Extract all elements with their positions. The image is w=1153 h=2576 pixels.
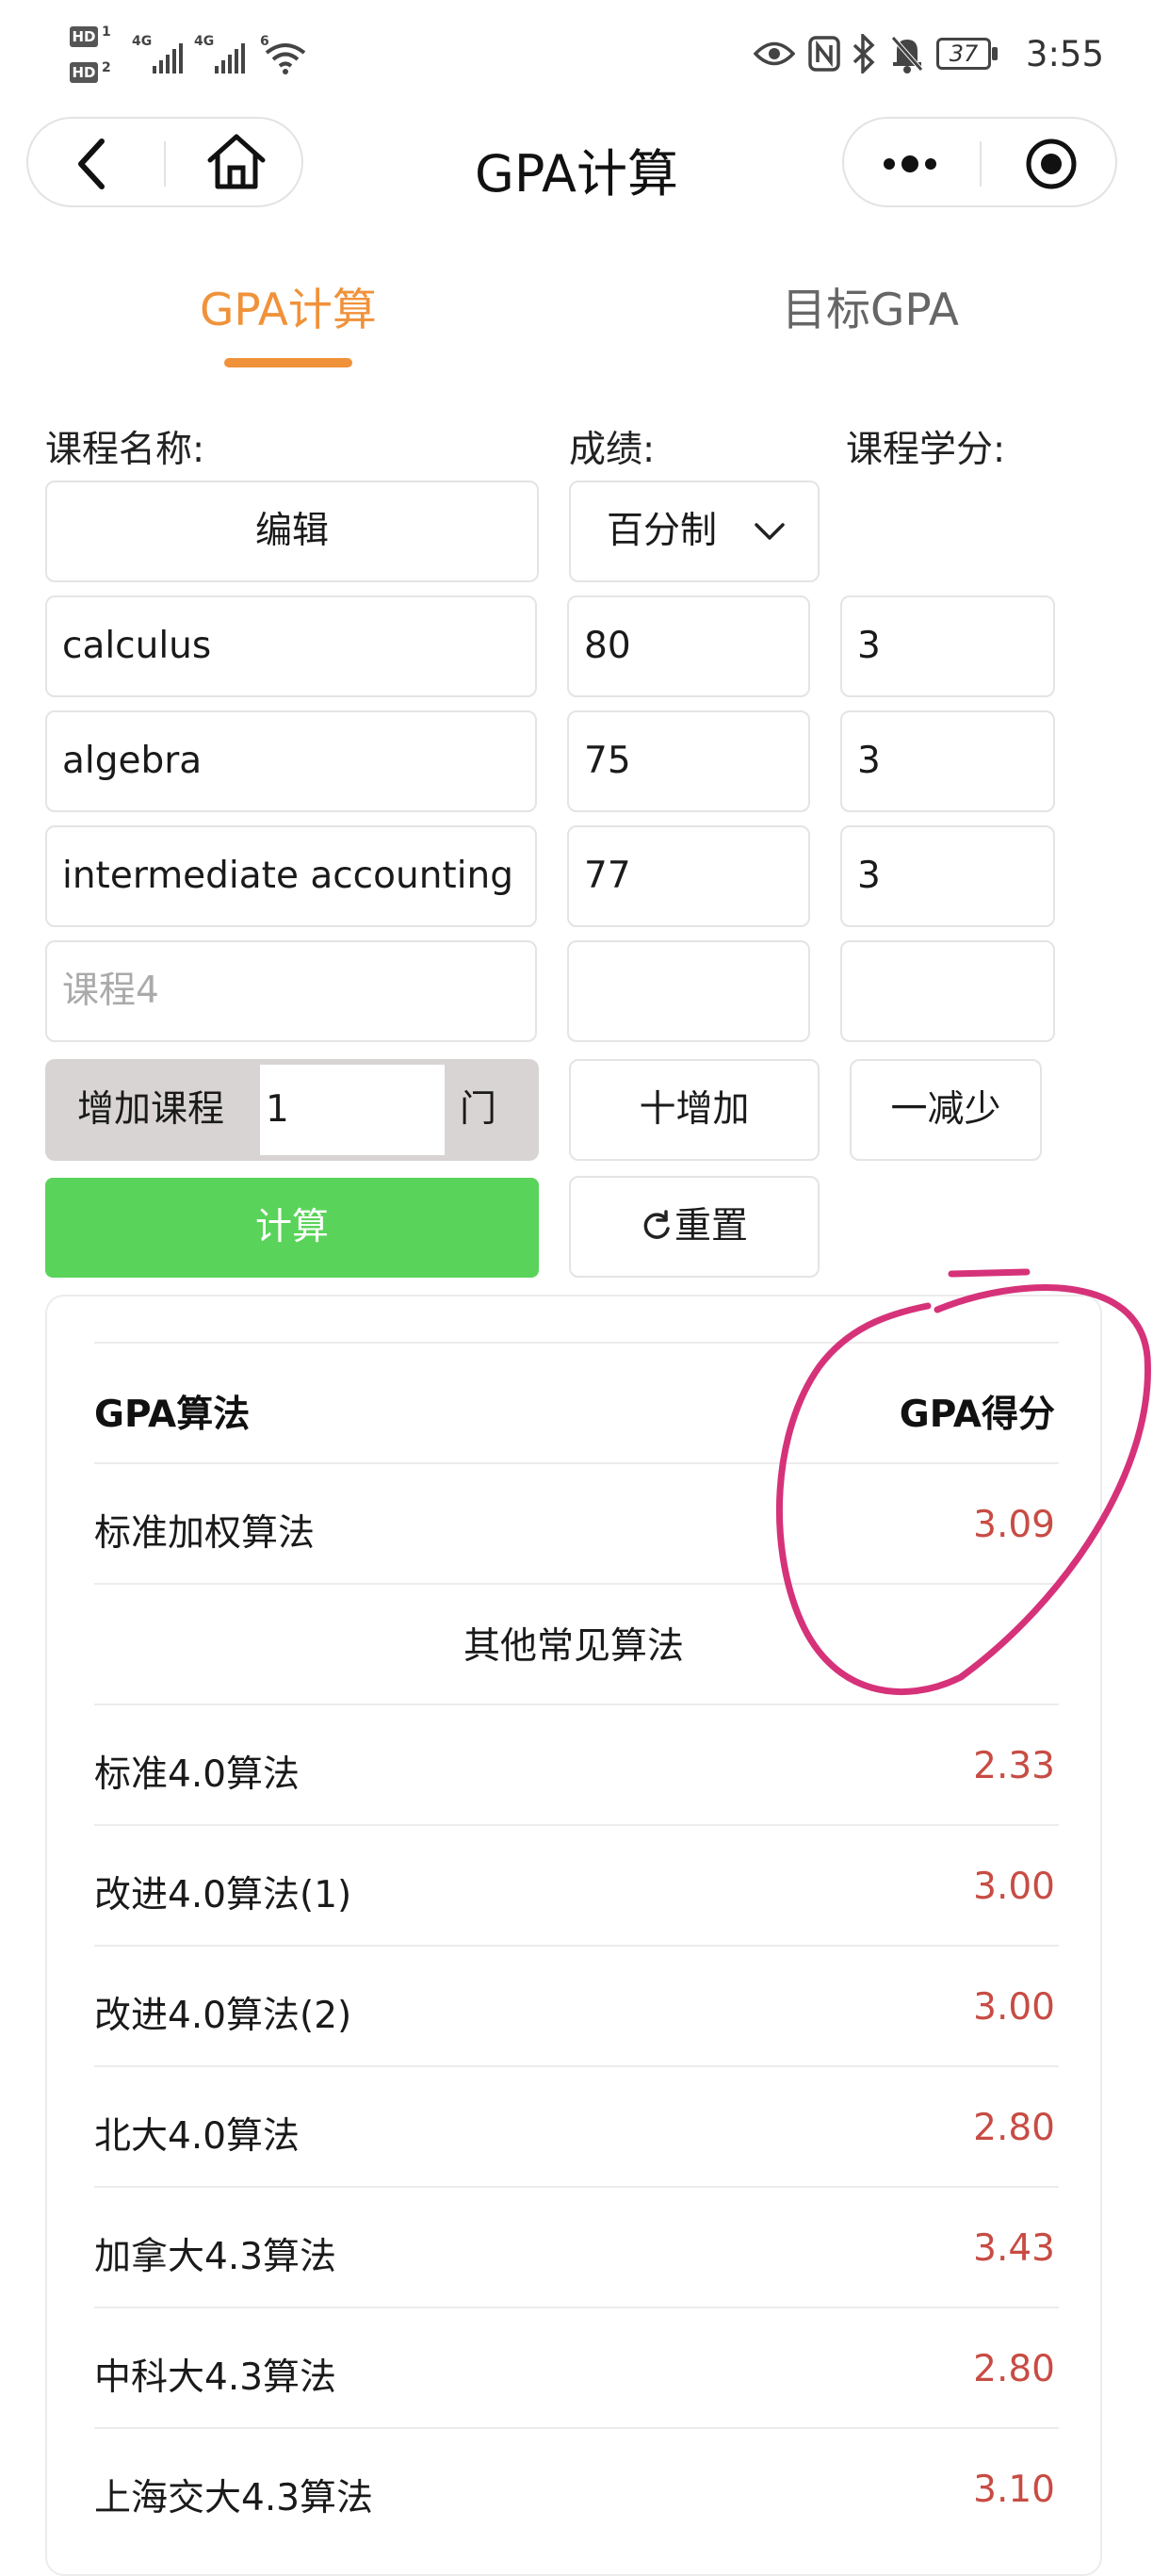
chevron-down-icon [755,523,785,540]
course-grade-input[interactable] [567,940,810,1042]
battery-level: 37 [949,41,979,67]
method-score: 3.00 [973,1986,1055,2029]
method-label: 标准4.0算法 [94,1753,300,1796]
course-grade-input[interactable]: 80 [567,595,810,697]
method-score: 2.80 [973,2348,1055,2390]
more-dots-icon[interactable] [880,147,940,181]
battery-icon: 37 [936,38,991,70]
signal-bars-2-icon [215,43,245,73]
network-type-2: 4G [194,34,215,49]
credit-header: 课程学分: [846,429,1006,471]
network-type-1: 4G [132,34,153,49]
status-time: 3:55 [1025,34,1104,74]
signal-bars-1-icon [153,43,183,73]
course-name-input[interactable]: intermediate accounting [45,825,537,927]
method-label: 上海交大4.3算法 [94,2477,374,2519]
divider [94,1583,1059,1585]
grade-scale-value: 百分制 [607,510,718,552]
course-grade-input[interactable]: 77 [567,825,810,927]
add-course-group: 增加课程 1 门 [45,1059,539,1161]
divider [94,2186,1059,2188]
course-name-input[interactable]: algebra [45,710,537,812]
add-course-unit: 门 [460,1088,497,1131]
divider [94,1462,1059,1464]
divider [94,1704,1059,1705]
mute-bell-icon [891,36,923,73]
add-course-label: 增加课程 [77,1088,225,1131]
method-score: 3.43 [973,2227,1055,2270]
sim1-number: 1 [102,24,111,40]
course-credit-input[interactable]: 3 [840,595,1055,697]
wifi-icon [265,43,306,74]
sim2-number: 2 [102,60,111,75]
add-button[interactable]: 十增加 [569,1059,820,1161]
method-score: 2.80 [973,2107,1055,2149]
course-credit-input[interactable]: 3 [840,710,1055,812]
bluetooth-icon [853,34,875,73]
reset-button[interactable]: 重置 [569,1176,820,1278]
divider [94,1342,1059,1344]
primary-method-label: 标准加权算法 [94,1512,316,1555]
add-course-count-input[interactable]: 1 [260,1065,445,1155]
nav-right-capsule [842,117,1117,207]
course-name-header: 课程名称: [45,429,205,471]
divider [94,2427,1059,2429]
target-circle-icon[interactable] [1025,138,1078,190]
divider [94,2307,1059,2308]
tab-gpa-calculate[interactable]: GPA计算 [200,273,377,338]
course-name-input[interactable]: 课程4 [45,940,537,1042]
grade-header: 成绩: [569,429,656,471]
tab-target-gpa[interactable]: 目标GPA [782,273,959,338]
active-tab-indicator [224,358,352,367]
nfc-icon [808,36,840,72]
divider [94,1945,1059,1947]
method-score: 3.10 [973,2469,1055,2511]
refresh-icon [643,1210,670,1239]
method-score: 2.33 [973,1745,1055,1787]
edit-button[interactable]: 编辑 [45,481,539,582]
battery-tip [992,47,998,60]
reset-label: 重置 [674,1205,748,1247]
divider [94,2065,1059,2067]
method-label: 中科大4.3算法 [94,2356,337,2399]
eye-icon [754,41,795,66]
method-column-header: GPA算法 [94,1394,251,1436]
primary-method-score: 3.09 [973,1504,1055,1546]
course-grade-input[interactable]: 75 [567,710,810,812]
method-label: 改进4.0算法(1) [94,1874,352,1916]
divider [94,1824,1059,1826]
calculate-button[interactable]: 计算 [45,1178,539,1278]
method-label: 改进4.0算法(2) [94,1995,352,2037]
reduce-button[interactable]: 一减少 [850,1059,1042,1161]
capsule-divider [980,141,982,187]
method-score: 3.00 [973,1866,1055,1908]
course-name-input[interactable]: calculus [45,595,537,697]
method-label: 北大4.0算法 [94,2115,300,2158]
sim1-hd-badge: HD [70,26,98,47]
score-column-header: GPA得分 [899,1394,1055,1436]
grade-scale-select[interactable]: 百分制 [569,481,820,582]
course-credit-input[interactable] [840,940,1055,1042]
course-credit-input[interactable]: 3 [840,825,1055,927]
sim2-hd-badge: HD [70,62,98,83]
other-methods-heading: 其他常见算法 [463,1625,684,1668]
method-label: 加拿大4.3算法 [94,2236,337,2278]
results-card: GPA算法 GPA得分 标准加权算法 3.09 其他常见算法 标准4.0算法 2… [45,1295,1102,2576]
